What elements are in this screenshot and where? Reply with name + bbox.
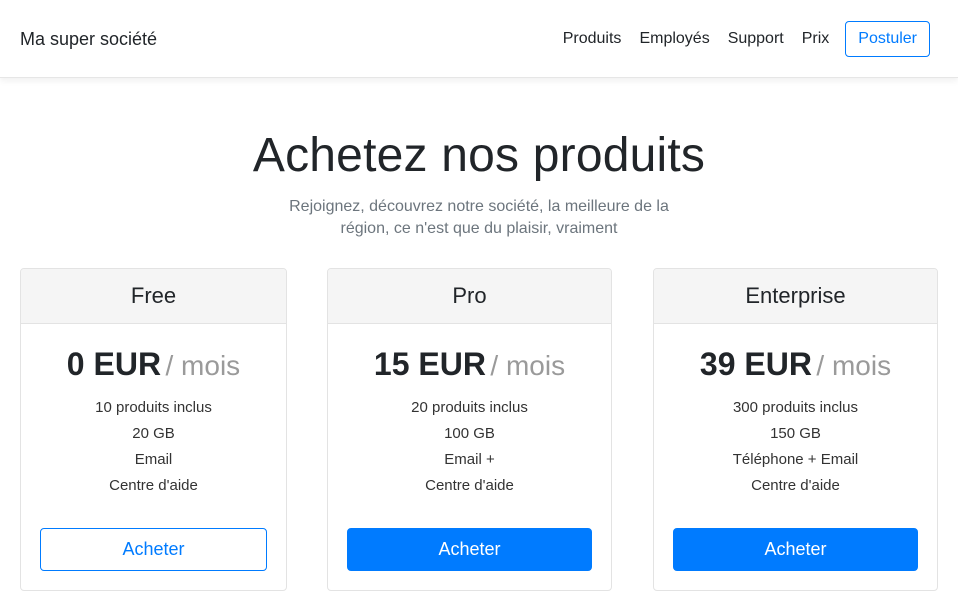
- feature-item: Centre d'aide: [751, 477, 840, 494]
- price-period: / mois: [490, 350, 566, 381]
- subtitle-line-1: Rejoignez, découvrez notre société, la m…: [289, 198, 669, 215]
- pricing-card-pro: Pro 15 EUR / mois 20 produits inclus 100…: [327, 268, 612, 591]
- buy-button-enterprise[interactable]: Acheter: [673, 528, 918, 571]
- page-title: Achetez nos produits: [252, 129, 706, 182]
- buy-button-free[interactable]: Acheter: [40, 528, 267, 571]
- feature-item: Téléphone + Email: [732, 451, 859, 468]
- price-amount: 15 EUR: [373, 346, 486, 382]
- plan-price: 15 EUR / mois: [328, 346, 611, 383]
- pricing-card-enterprise: Enterprise 39 EUR / mois 300 produits in…: [653, 268, 938, 591]
- feature-item: 150 GB: [770, 425, 821, 442]
- feature-list: 20 produits inclus 100 GB Email + Centre…: [328, 395, 611, 499]
- nav-menu: Produits Employés Support Prix Postuler: [545, 21, 930, 57]
- apply-button[interactable]: Postuler: [845, 21, 930, 57]
- nav-link-prix[interactable]: Prix: [802, 30, 830, 48]
- feature-item: 10 produits inclus: [95, 399, 212, 416]
- feature-item: Centre d'aide: [109, 477, 198, 494]
- feature-item: 300 produits inclus: [732, 399, 859, 416]
- plan-name: Enterprise: [654, 269, 937, 324]
- feature-list: 300 produits inclus 150 GB Téléphone + E…: [654, 395, 937, 499]
- brand-name[interactable]: Ma super société: [20, 29, 157, 50]
- page-subtitle: Rejoignez, découvrez notre société, la m…: [0, 196, 958, 240]
- feature-item: 20 produits inclus: [411, 399, 528, 416]
- feature-item: 20 GB: [132, 425, 175, 442]
- plan-price: 39 EUR / mois: [654, 346, 937, 383]
- feature-item: Email +: [444, 451, 495, 468]
- pricing-card-free: Free 0 EUR / mois 10 produits inclus 20 …: [20, 268, 287, 591]
- feature-item: Centre d'aide: [425, 477, 514, 494]
- nav-link-produits[interactable]: Produits: [563, 30, 622, 48]
- feature-list: 10 produits inclus 20 GB Email Centre d'…: [21, 395, 286, 499]
- price-period: / mois: [165, 350, 241, 381]
- price-amount: 0 EUR: [66, 346, 162, 382]
- buy-button-pro[interactable]: Acheter: [347, 528, 592, 571]
- nav-link-support[interactable]: Support: [728, 30, 784, 48]
- plan-price: 0 EUR / mois: [21, 346, 286, 383]
- feature-item: 100 GB: [444, 425, 495, 442]
- plan-name: Free: [21, 269, 286, 324]
- price-period: / mois: [816, 350, 892, 381]
- plan-name: Pro: [328, 269, 611, 324]
- price-amount: 39 EUR: [699, 346, 812, 382]
- subtitle-line-2: région, ce n'est que du plaisir, vraimen…: [340, 220, 618, 237]
- nav-link-employes[interactable]: Employés: [639, 30, 709, 48]
- navbar: Ma super société Produits Employés Suppo…: [0, 0, 958, 78]
- feature-item: Email: [134, 451, 173, 468]
